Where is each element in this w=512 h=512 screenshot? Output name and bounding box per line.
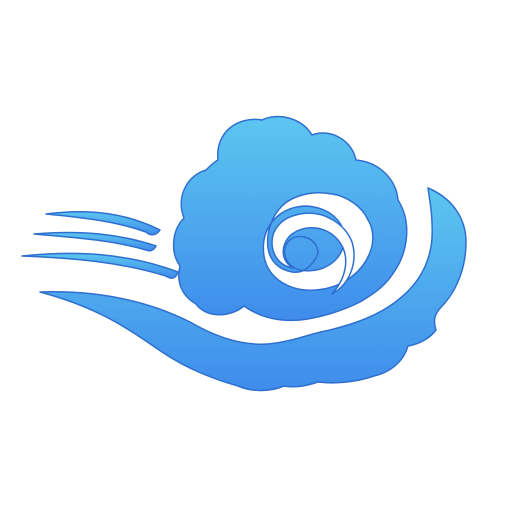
cloud-wind-logo-icon (21, 115, 467, 392)
wind-streak-top (45, 210, 161, 236)
wind-streak-small (33, 231, 157, 252)
app-icon-canvas (0, 0, 512, 512)
wind-streak-middle (21, 252, 179, 279)
